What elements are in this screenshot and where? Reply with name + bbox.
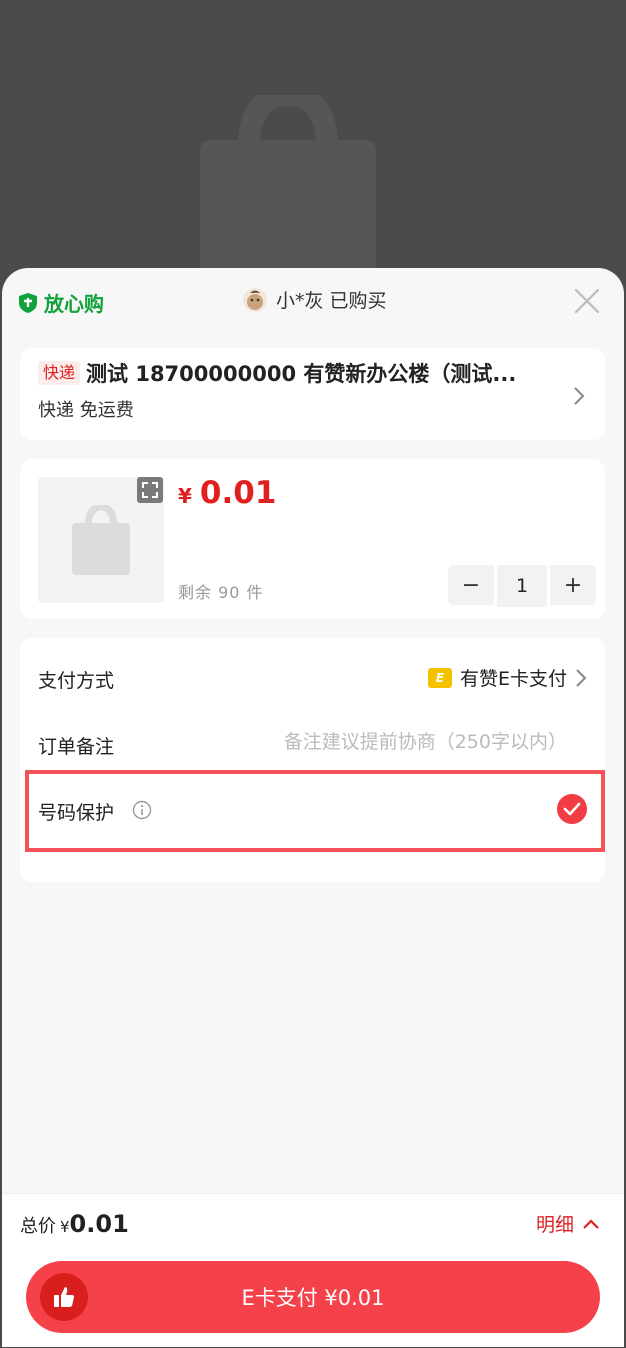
payment-method-row[interactable]: 支付方式 E 有赞E卡支付 [20, 646, 605, 710]
number-protection-checkbox[interactable] [557, 794, 587, 824]
expand-image-button[interactable] [137, 477, 163, 503]
pay-button[interactable]: E卡支付 ¥0.01 [26, 1261, 600, 1333]
delivery-tag: 快递 [38, 361, 81, 385]
product-card: ¥ 0.01 剩余 90 件 − + [20, 459, 605, 619]
checkout-footer: 总价 ¥ 0.01 明细 E卡支付 ¥0.01 [2, 1193, 624, 1347]
order-sheet: 放心购 小*灰 已购买 快递 测试 18700000000 有赞新办公楼（测试.… [2, 268, 624, 1346]
avatar [243, 287, 267, 312]
recent-buyer: 小*灰 已购买 [242, 286, 387, 313]
increase-button[interactable]: + [550, 565, 596, 605]
price-detail-toggle[interactable]: 明细 [536, 1210, 600, 1237]
detail-label: 明细 [535, 1214, 574, 1236]
address-text: 测试 18700000000 有赞新办公楼（测试... [86, 362, 517, 386]
total-price: 总价 ¥ 0.01 [20, 1210, 129, 1238]
address-line: 快递 测试 18700000000 有赞新办公楼（测试... [38, 358, 558, 388]
info-icon[interactable] [132, 800, 152, 820]
shopping-bag-icon [72, 505, 130, 575]
product-price: ¥ 0.01 [178, 475, 276, 511]
chevron-right-icon [574, 387, 585, 405]
stock-remaining: 剩余 90 件 [178, 583, 264, 602]
shipping-info: 快递 免运费 [38, 400, 134, 421]
order-note-input[interactable] [235, 730, 569, 754]
shield-icon [19, 292, 37, 313]
buyer-text: 小*灰 已购买 [276, 290, 387, 312]
trust-badge: 放心购 [18, 288, 104, 317]
decrease-button[interactable]: − [448, 565, 494, 605]
number-protection-row: 号码保护 [20, 778, 605, 842]
payment-method-text: 有赞E卡支付 [459, 668, 567, 690]
close-icon[interactable] [572, 286, 602, 316]
sheet-header: 放心购 小*灰 已购买 [2, 268, 624, 338]
ecard-icon: E [427, 667, 452, 688]
check-icon [563, 802, 581, 816]
total-amount: 0.01 [69, 1210, 129, 1238]
order-note-row: 订单备注 [20, 712, 605, 776]
payment-method-value: E 有赞E卡支付 [427, 664, 587, 691]
number-protection-label: 号码保护 [38, 802, 115, 824]
chevron-right-icon [576, 668, 587, 687]
order-options-card: 支付方式 E 有赞E卡支付 订单备注 号码保护 [20, 638, 605, 882]
payment-method-label: 支付方式 [38, 670, 115, 692]
chevron-up-icon [583, 1218, 599, 1229]
quantity-input[interactable] [497, 565, 547, 607]
expand-icon [142, 482, 158, 498]
trust-label: 放心购 [44, 292, 104, 316]
quantity-stepper: − + [448, 565, 596, 607]
order-note-label: 订单备注 [38, 736, 115, 758]
address-card[interactable]: 快递 测试 18700000000 有赞新办公楼（测试... 快递 免运费 [20, 348, 605, 440]
shopping-bag-icon [200, 95, 376, 275]
price-value: 0.01 [199, 475, 277, 511]
price-currency: ¥ [178, 484, 192, 508]
total-label: 总价 [20, 1216, 56, 1237]
pay-button-label: E卡支付 ¥0.01 [241, 1286, 385, 1310]
product-backdrop [0, 0, 626, 290]
total-currency: ¥ [60, 1218, 70, 1236]
